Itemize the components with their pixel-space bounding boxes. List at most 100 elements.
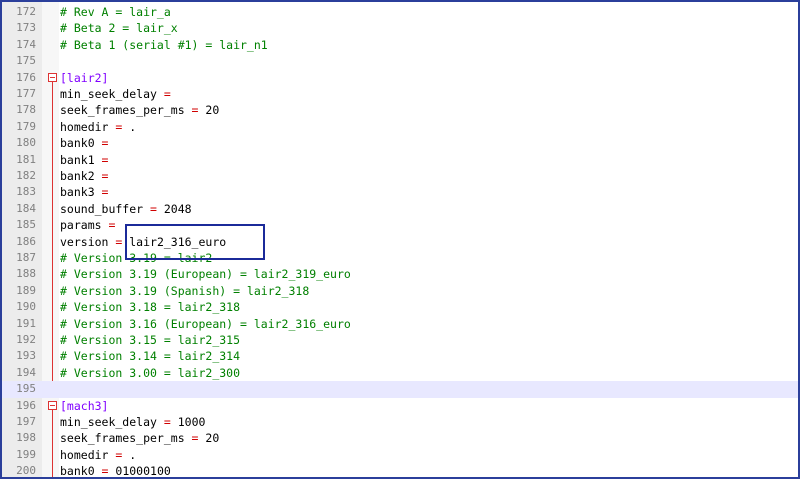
line-number: 197	[16, 415, 36, 428]
code-line[interactable]: 186 version = lair2_316_euro	[2, 234, 798, 250]
code-line[interactable]: 175	[2, 53, 798, 69]
code-line[interactable]: 181 bank1 =	[2, 152, 798, 168]
key-text: bank3	[60, 185, 95, 200]
code-line[interactable]: 188 # Version 3.19 (European) = lair2_319…	[2, 266, 798, 282]
code-line[interactable]: 192 # Version 3.15 = lair2_315	[2, 332, 798, 348]
code-line[interactable]: 172 # Rev A = lair_a	[2, 4, 798, 20]
fold-guide-line	[52, 409, 53, 477]
line-number: 180	[16, 136, 36, 150]
line-text: homedir = .	[60, 119, 136, 135]
line-text: # Version 3.14 = lair2_314	[60, 348, 240, 364]
key-text: homedir	[60, 447, 109, 462]
line-text: sound_buffer = 2048	[60, 201, 192, 217]
value-text: .	[129, 119, 137, 134]
equals-sign: =	[108, 119, 130, 134]
line-number: 173	[16, 21, 36, 35]
key-text: min_seek_delay	[60, 415, 157, 429]
code-line[interactable]: 180 bank0 =	[2, 135, 798, 151]
code-line[interactable]: 174 # Beta 1 (serial #1) = lair_n1	[2, 37, 798, 53]
code-line[interactable]: 200 bank0 = 01000100	[2, 463, 798, 479]
comment-text: # Version 3.19 (Spanish) = lair2_318	[60, 283, 310, 298]
line-number: 190	[16, 300, 36, 314]
equals-sign: =	[143, 201, 164, 216]
section-header: [lair2]	[60, 70, 109, 85]
line-number: 193	[16, 349, 36, 363]
code-line[interactable]: 195	[2, 381, 798, 398]
comment-text: # Version 3.15 = lair2_315	[60, 333, 241, 347]
line-text: seek_frames_per_ms = 20	[60, 102, 219, 118]
key-text: seek_frames_per_ms	[60, 103, 185, 118]
code-line[interactable]: 198 seek_frames_per_ms = 20	[2, 430, 798, 446]
line-text: [mach3]	[60, 398, 108, 414]
key-text: seek_frames_per_ms	[60, 431, 185, 446]
line-text: # Version 3.19 = lair2	[60, 250, 212, 266]
value-text: 01000100	[115, 464, 171, 479]
line-text: # Version 3.16 (European) = lair2_316_eu…	[60, 316, 351, 332]
key-text: version	[60, 234, 109, 249]
editor-window: 172 # Rev A = lair_a 173 # Beta 2 = lair_x 1…	[0, 0, 800, 479]
code-line[interactable]: 177 min_seek_delay =	[2, 86, 798, 102]
line-text: # Beta 1 (serial #1) = lair_n1	[60, 37, 268, 53]
code-line[interactable]: 196 [mach3]	[2, 398, 798, 414]
line-number: 189	[16, 283, 36, 297]
line-text: # Version 3.15 = lair2_315	[60, 332, 240, 348]
equals-sign: =	[94, 464, 116, 479]
comment-text: # Version 3.00 = lair2_300	[60, 365, 241, 380]
comment-text: # Beta 1 (serial #1) = lair_n1	[60, 37, 268, 52]
equals-sign: =	[108, 447, 130, 462]
line-number: 172	[16, 5, 36, 18]
line-number: 174	[16, 37, 36, 51]
equals-sign: =	[94, 169, 116, 183]
fold-toggle-icon[interactable]	[48, 400, 57, 410]
fold-toggle-icon[interactable]	[48, 72, 57, 82]
code-line[interactable]: 191 # Version 3.16 (European) = lair2_316…	[2, 316, 798, 332]
comment-text: # Rev A = lair_a	[60, 5, 171, 19]
key-text: bank1	[60, 152, 95, 167]
line-text: bank2 =	[60, 168, 115, 184]
code-editor[interactable]: 172 # Rev A = lair_a 173 # Beta 2 = lair_x 1…	[2, 2, 798, 477]
comment-text: # Version 3.19 = lair2	[60, 251, 213, 265]
line-text: # Version 3.19 (European) = lair2_319_eu…	[60, 266, 351, 282]
line-number: 182	[16, 169, 36, 182]
equals-sign: =	[156, 415, 178, 429]
code-line[interactable]: 193 # Version 3.14 = lair2_314	[2, 348, 798, 364]
equals-sign: =	[94, 136, 116, 151]
line-text: bank3 =	[60, 184, 115, 200]
line-text: [lair2]	[60, 70, 108, 86]
line-text: # Version 3.00 = lair2_300	[60, 365, 240, 381]
code-line[interactable]: 179 homedir = .	[2, 119, 798, 135]
line-text: version = lair2_316_euro	[60, 234, 226, 250]
code-line[interactable]: 194 # Version 3.00 = lair2_300	[2, 365, 798, 381]
code-line[interactable]: 173 # Beta 2 = lair_x	[2, 20, 798, 36]
value-text: 2048	[163, 201, 192, 216]
code-line[interactable]: 199 homedir = .	[2, 447, 798, 463]
code-line[interactable]: 182 bank2 =	[2, 168, 798, 184]
comment-text: # Version 3.19 (European) = lair2_319_eu…	[60, 267, 351, 282]
line-text: bank0 =	[60, 135, 115, 151]
value-text: 20	[205, 431, 220, 446]
line-number: 184	[16, 201, 36, 215]
line-number: 200	[16, 464, 36, 478]
code-line[interactable]: 178 seek_frames_per_ms = 20	[2, 102, 798, 118]
line-number: 194	[16, 365, 36, 379]
code-line[interactable]: 184 sound_buffer = 2048	[2, 201, 798, 217]
comment-text: # Beta 2 = lair_x	[60, 21, 178, 36]
key-text: sound_buffer	[60, 201, 144, 216]
comment-text: # Version 3.16 (European) = lair2_316_eu…	[60, 316, 351, 331]
line-number: 181	[16, 152, 36, 166]
line-number: 175	[16, 54, 36, 68]
line-number: 191	[16, 316, 36, 330]
code-line[interactable]: 176 [lair2]	[2, 70, 798, 86]
code-line[interactable]: 189 # Version 3.19 (Spanish) = lair2_318	[2, 283, 798, 299]
code-line[interactable]: 197 min_seek_delay = 1000	[2, 414, 798, 430]
code-line[interactable]: 183 bank3 =	[2, 184, 798, 200]
code-line[interactable]: 187 # Version 3.19 = lair2	[2, 250, 798, 266]
value-text: .	[129, 447, 137, 462]
line-text: min_seek_delay =	[60, 86, 178, 102]
line-text: # Version 3.19 (Spanish) = lair2_318	[60, 283, 309, 299]
code-line[interactable]: 190 # Version 3.18 = lair2_318	[2, 299, 798, 315]
code-line[interactable]: 185 params =	[2, 217, 798, 233]
line-text: bank1 =	[60, 152, 115, 168]
line-number: 199	[16, 447, 36, 461]
comment-text: # Version 3.14 = lair2_314	[60, 349, 241, 364]
